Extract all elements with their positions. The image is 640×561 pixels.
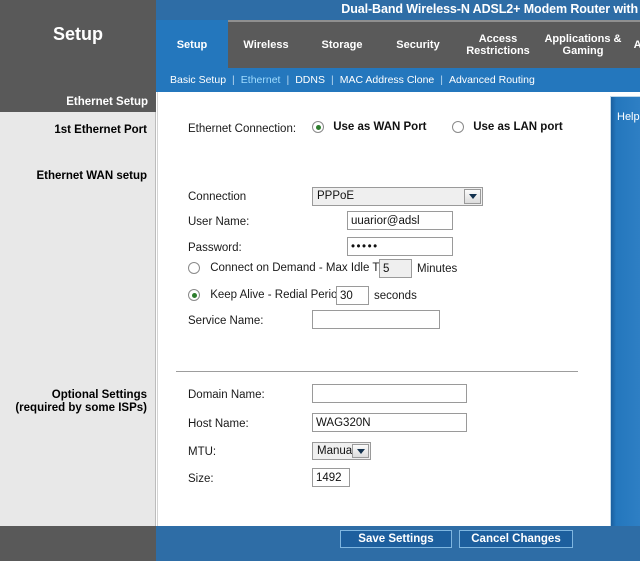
ethernet-option-wan[interactable]: Use as WAN Port [312,121,427,133]
help-panel: Help... [610,96,640,536]
connect-on-demand-label: Connect on Demand - Max Idle Time: [210,262,401,275]
tab-label: Wireless [243,39,289,51]
chevron-down-icon[interactable] [352,444,369,458]
connection-label: Connection [188,191,247,203]
top-banner-left-block [0,0,156,20]
keep-alive-row[interactable]: Keep Alive - Redial Period: [188,289,347,301]
max-idle-time-input[interactable] [379,259,412,278]
password-label: Password: [188,242,242,254]
tab-label: Applications & Gaming [544,33,622,57]
cancel-changes-button[interactable]: Cancel Changes [459,530,573,548]
sub-tab-advanced-routing[interactable]: Advanced Routing [443,74,541,86]
product-title: Dual-Band Wireless-N ADSL2+ Modem Router… [341,2,638,16]
tab-label: Access Restrictions [466,33,530,57]
radio-keep-alive[interactable] [188,289,200,301]
radio-use-as-wan-port[interactable] [312,121,324,133]
connection-type-value: PPPoE [317,190,355,202]
tab-label: Setup [176,39,208,51]
mtu-label: MTU: [188,446,217,458]
sub-tab-bar: Basic Setup | Ethernet | DDNS | MAC Address Cl… [156,68,640,92]
radio-label-use-as-wan-port: Use as WAN Port [333,121,427,134]
save-settings-button[interactable]: Save Settings [340,530,452,548]
sub-tab-separator: | [232,74,235,86]
sidebar-label-optional-settings-note: (required by some ISPs) [15,402,147,414]
radio-use-as-lan-port[interactable] [452,121,464,133]
settings-content-panel: Ethernet Connection: Use as WAN Port Use… [157,92,610,526]
mtu-value: Manual [317,445,355,457]
connect-on-demand-row[interactable]: Connect on Demand - Max Idle Time: [188,262,401,274]
service-name-input[interactable] [312,310,440,329]
tab-access-restrictions[interactable]: Access Restrictions [456,20,540,68]
page-title: Setup [52,24,103,44]
help-link[interactable]: Help... [617,111,640,123]
tab-label: Security [396,39,440,51]
domain-name-input[interactable] [312,384,467,403]
ethernet-option-lan[interactable]: Use as LAN port [452,121,563,133]
username-label: User Name: [188,216,250,228]
host-name-label: Host Name: [188,418,249,430]
password-input[interactable] [347,237,453,256]
sub-tab-separator: | [330,74,334,86]
tab-label: Ad [633,39,640,51]
tab-security[interactable]: Security [380,20,456,68]
domain-name-label: Domain Name: [188,389,265,401]
tab-ad[interactable]: Ad [626,20,640,68]
keep-alive-label: Keep Alive - Redial Period: [210,289,348,302]
size-label: Size: [188,473,214,485]
sub-tab-mac-address-clone[interactable]: MAC Address Clone [334,74,441,86]
host-name-input[interactable] [312,413,467,432]
sub-tab-basic-setup[interactable]: Basic Setup [164,74,232,86]
seconds-unit-label: seconds [374,290,417,302]
sidebar-label-column: Ethernet Setup 1st Ethernet Port Etherne… [0,92,156,526]
tab-wireless[interactable]: Wireless [228,20,304,68]
sidebar-label-optional-settings: Optional Settings [51,389,147,401]
username-input[interactable] [347,211,453,230]
sub-tab-separator: | [286,74,290,86]
connection-type-select[interactable]: PPPoE [312,187,483,206]
tab-applications-gaming[interactable]: Applications & Gaming [540,20,626,68]
tab-setup[interactable]: Setup [156,20,228,68]
top-banner: Dual-Band Wireless-N ADSL2+ Modem Router… [0,0,640,20]
sub-tab-ddns[interactable]: DDNS [289,74,331,86]
minutes-unit-label: Minutes [417,263,458,275]
section-divider [176,371,578,372]
radio-label-use-as-lan-port: Use as LAN port [473,121,563,134]
footer-left-block [0,526,156,561]
router-admin-window: Dual-Band Wireless-N ADSL2+ Modem Router… [0,0,640,561]
footer-bar: Save Settings Cancel Changes [0,526,640,561]
tab-label: Storage [321,39,363,51]
redial-period-input[interactable] [336,286,369,305]
sub-tab-separator: | [440,74,443,86]
mtu-select[interactable]: Manual [312,442,371,460]
main-tab-bar: Setup Wireless Storage Security Access Restr… [156,20,640,68]
sidebar-label-1st-ethernet-port: 1st Ethernet Port [54,124,147,136]
chevron-down-icon[interactable] [464,189,481,204]
sub-tab-ethernet[interactable]: Ethernet [235,74,287,86]
sidebar-section-header: Ethernet Setup [0,92,156,112]
radio-connect-on-demand[interactable] [188,262,200,274]
service-name-label: Service Name: [188,315,264,327]
ethernet-connection-label: Ethernet Connection: [188,123,297,135]
tab-storage[interactable]: Storage [304,20,380,68]
sidebar-label-ethernet-wan-setup: Ethernet WAN setup [36,170,147,182]
mtu-size-input[interactable] [312,468,350,487]
